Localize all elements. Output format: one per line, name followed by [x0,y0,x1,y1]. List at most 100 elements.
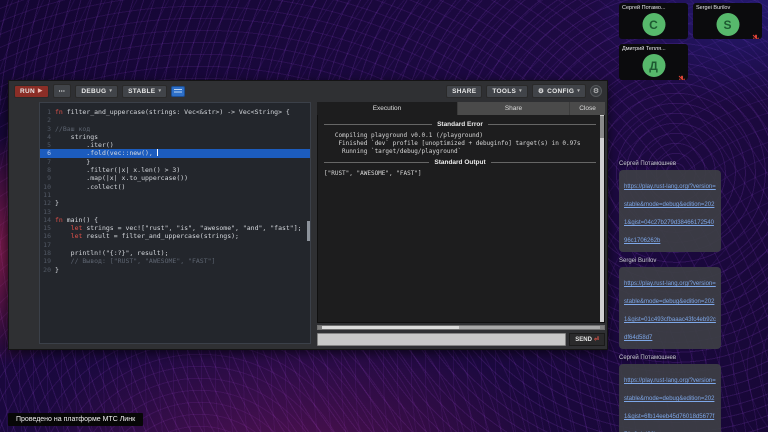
code-line-18[interactable]: 18 println!("{:?}", result); [40,249,310,257]
gear-icon: ⚙ [538,87,544,95]
code-segment: strings = vec!["rust", "is", "awesome", … [86,224,301,232]
more-icon: ⋯ [59,87,66,95]
output-horizontal-scrollbar[interactable] [317,325,605,330]
playground-share-link[interactable]: https://play.rust-lang.org/?version=stab… [624,281,716,341]
chat-bubble: https://play.rust-lang.org/?version=stab… [619,170,721,252]
code-line-20[interactable]: 20} [40,266,310,274]
code-line-6[interactable]: 6 .fold(vec::new(), [40,149,310,157]
tools-label: TOOLS [492,88,516,95]
participant-tile[interactable]: Sergei BurilovS [693,3,762,39]
stdin-input[interactable] [317,333,566,346]
code-line-15[interactable]: 15 let strings = vec!["rust", "is", "awe… [40,224,310,232]
code-editor[interactable]: 1fn filter_and_uppercase(strings: Vec<&s… [39,102,311,344]
line-number: 7 [40,158,55,166]
output-pane: Execution Share Close Standard Error Com… [317,102,605,346]
execution-output: Standard Error Compiling playground v0.0… [317,115,605,323]
chat-sender-name: Sergei Burilov [619,258,721,264]
build-options-button[interactable]: ⋯ [53,84,72,98]
editor-scrollbar[interactable] [307,221,310,241]
line-number: 13 [40,208,55,216]
code-segment: .collect() [55,183,125,191]
line-number: 8 [40,166,55,174]
playground-main: 1fn filter_and_uppercase(strings: Vec<&s… [39,102,605,346]
line-number: 11 [40,191,55,199]
line-number: 1 [40,108,55,116]
scrollbar-thumb[interactable] [600,116,604,138]
code-line-11[interactable]: 11 [40,191,310,199]
line-number: 6 [40,149,55,157]
line-number: 18 [40,249,55,257]
code-line-14[interactable]: 14fn main() { [40,216,310,224]
advanced-options-button[interactable] [171,86,185,97]
run-button[interactable]: RUN ▶ [14,85,49,98]
code-segment: // Вывод: ["RUST", "AWESOME", "FAST"] [55,257,215,265]
chat-bubble: https://play.rust-lang.org/?version=stab… [619,364,721,432]
code-line-13[interactable]: 13 [40,208,310,216]
code-line-12[interactable]: 12} [40,199,310,207]
config-label: CONFIG [547,88,574,95]
code-segment [55,232,71,240]
avatar: Д [642,54,665,77]
code-segment: } [55,158,90,166]
participant-name: Sergei Burilov [696,5,759,11]
participant-name: Дмитрий Тепля... [622,46,685,52]
line-number: 5 [40,141,55,149]
code-segment: let [71,232,87,240]
stdout-line: ["RUST", "AWESOME", "FAST"] [324,170,596,178]
line-number: 16 [40,232,55,240]
playground-share-link[interactable]: https://play.rust-lang.org/?version=stab… [624,378,716,432]
chat-bubble: https://play.rust-lang.org/?version=stab… [619,267,721,349]
line-number: 10 [40,183,55,191]
tools-menu-button[interactable]: TOOLS ▾ [486,85,528,98]
code-segment: result = filter_and_uppercase(strings); [86,232,239,240]
playground-share-link[interactable]: https://play.rust-lang.org/?version=stab… [624,184,716,244]
send-button-label: SEND [575,337,592,343]
code-line-10[interactable]: 10 .collect() [40,183,310,191]
code-line-16[interactable]: 16 let result = filter_and_uppercase(str… [40,232,310,240]
playground-logo-icon[interactable]: ⚙ [590,85,602,97]
tab-close[interactable]: Close [569,102,605,115]
code-line-17[interactable]: 17 [40,241,310,249]
chat-sender-name: Сергей Потамошнев [619,355,721,361]
stderr-line: Running `target/debug/playground` [324,148,596,156]
mode-menu-button[interactable]: DEBUG ▾ [75,85,118,98]
run-button-label: RUN [20,88,35,95]
output-vertical-scrollbar[interactable] [600,115,604,322]
code-line-2[interactable]: 2 [40,116,310,124]
code-line-7[interactable]: 7 } [40,158,310,166]
code-line-5[interactable]: 5 .iter() [40,141,310,149]
code-line-1[interactable]: 1fn filter_and_uppercase(strings: Vec<&s… [40,108,310,116]
mic-muted-icon [678,70,686,78]
share-button-label: SHARE [452,88,476,95]
participant-tile[interactable]: Сергей Потамо...С [619,3,688,39]
code-line-8[interactable]: 8 .filter(|x| x.len() > 3) [40,166,310,174]
channel-menu-button[interactable]: STABLE ▾ [122,85,167,98]
code-line-4[interactable]: 4 strings [40,133,310,141]
participant-tile[interactable]: Дмитрий Тепля... Д [619,44,688,80]
code-segment: } [55,266,59,274]
code-segment [55,224,71,232]
mode-label: DEBUG [81,88,106,95]
tab-share[interactable]: Share [457,102,569,115]
mic-muted-icon [752,29,760,37]
gear-icon: ⚙ [593,88,599,95]
line-number: 17 [40,241,55,249]
code-lines: 1fn filter_and_uppercase(strings: Vec<&s… [40,108,310,274]
channel-label: STABLE [128,88,155,95]
scrollbar-thumb[interactable] [322,326,459,329]
code-segment: .fold(vec::new(), [55,149,157,157]
code-segment: //Ваш код [55,125,90,133]
share-button[interactable]: SHARE [446,85,482,98]
output-tabbar: Execution Share Close [317,102,605,115]
tab-execution[interactable]: Execution [317,102,457,115]
code-segment: strings [55,133,98,141]
code-line-19[interactable]: 19 // Вывод: ["RUST", "AWESOME", "FAST"] [40,257,310,265]
scroll-right-arrow-icon[interactable] [600,326,604,329]
send-button[interactable]: SEND ⏎ [569,333,605,346]
code-segment: } [55,199,59,207]
chat-message: Sergei Burilov https://play.rust-lang.org… [619,258,721,349]
code-line-9[interactable]: 9 .map(|x| x.to_uppercase()) [40,174,310,182]
config-menu-button[interactable]: ⚙ CONFIG ▾ [532,84,586,98]
code-line-3[interactable]: 3//Ваш код [40,125,310,133]
line-number: 20 [40,266,55,274]
